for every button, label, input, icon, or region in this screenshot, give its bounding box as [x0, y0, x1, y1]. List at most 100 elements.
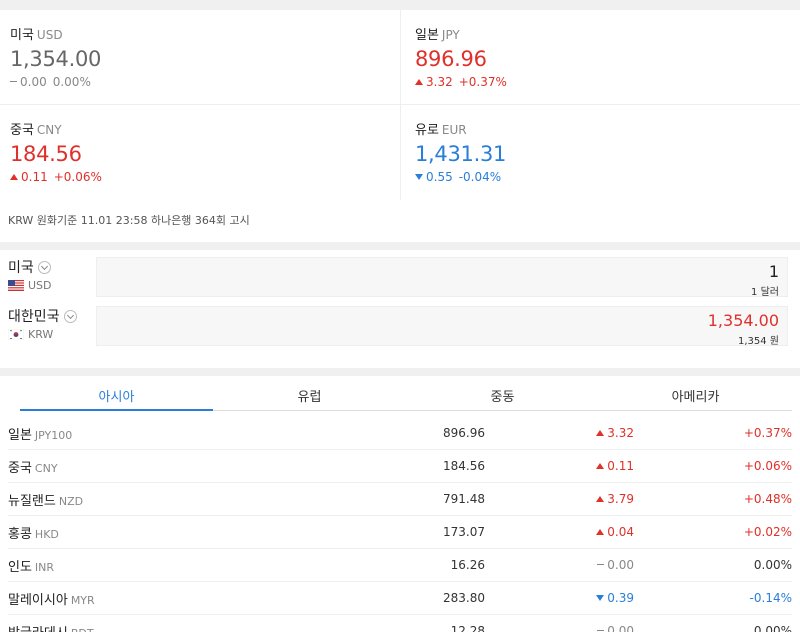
arrow-down-icon	[415, 174, 423, 180]
rate-card-usd[interactable]: 미국 USD 1,354.00 0.00 0.00%	[0, 10, 400, 105]
row-change-pct: +0.37%	[743, 426, 792, 440]
rate-change-amount: 0.11	[21, 170, 48, 184]
rate-code: JPY	[441, 28, 460, 42]
rate-change: 3.32 +0.37%	[415, 75, 800, 89]
currency-code: MYR	[70, 593, 95, 607]
to-currency-code: KRW	[28, 328, 54, 341]
arrow-up-icon	[596, 529, 605, 535]
row-change: 0.00	[485, 558, 634, 572]
regional-rates-table: 아시아 유럽 중동 아메리카 일본 JPY100 896.96 3.32 +0.37% 중…	[0, 376, 800, 632]
unchanged-icon	[10, 81, 17, 82]
currency-code: INR	[34, 560, 55, 574]
rate-change: 0.00 0.00%	[10, 75, 400, 89]
unchanged-icon	[597, 564, 605, 565]
row-change-pct: +0.48%	[743, 492, 792, 506]
country-name: 중국	[8, 460, 32, 476]
chevron-down-icon	[63, 309, 77, 323]
currency-code: NZD	[58, 494, 84, 508]
top-spacer	[0, 0, 800, 10]
rate-value: 896.96	[415, 47, 487, 71]
rate-change-pct: +0.37%	[458, 75, 507, 89]
row-country: 방글라데시BDT	[8, 622, 358, 632]
region-tabs: 아시아 유럽 중동 아메리카	[20, 376, 792, 411]
row-change: 3.32	[485, 426, 634, 440]
rate-card-eur[interactable]: 유로 EUR 1,431.31 0.55 -0.04%	[400, 105, 800, 200]
row-country: 일본 JPY100	[8, 424, 358, 443]
converter-to-row: 대한민국 KRW 1,354.00 1,354 원	[0, 306, 800, 347]
tab-europe[interactable]: 유럽	[213, 376, 406, 410]
chevron-down-icon	[37, 260, 51, 274]
rate-code: CNY	[36, 123, 62, 137]
currency-code: BDT	[71, 627, 94, 632]
row-change-pct: +0.06%	[743, 459, 792, 473]
table-row[interactable]: 방글라데시BDT 12.28 0.00 0.00%	[8, 615, 792, 632]
to-amount-text: 1,354 원	[737, 336, 779, 347]
row-country: 말레이시아 MYR	[8, 589, 358, 608]
rate-country: 유로	[415, 123, 439, 138]
row-change: 0.00	[485, 624, 634, 632]
rate-change-pct: -0.04%	[458, 170, 502, 184]
row-change-amount: 0.00	[607, 624, 634, 632]
tab-middle-east[interactable]: 중동	[406, 376, 599, 410]
rate-card-cny[interactable]: 중국 CNY 184.56 0.11 +0.06%	[0, 105, 400, 200]
rate-value: 1,354.00	[10, 47, 102, 71]
country-name: 방글라데시	[8, 626, 68, 632]
rate-card-jpy[interactable]: 일본 JPY 896.96 3.32 +0.37%	[400, 10, 800, 105]
rate-change-pct: +0.06%	[53, 170, 102, 184]
row-price: 896.96	[443, 426, 485, 440]
row-price: 791.48	[443, 492, 485, 506]
table-row[interactable]: 인도 INR 16.26 0.00 0.00%	[8, 549, 792, 582]
row-country: 인도 INR	[8, 556, 358, 575]
country-name: 말레이시아	[8, 592, 68, 608]
from-amount-text: 1 달러	[751, 287, 779, 298]
arrow-up-icon	[10, 174, 18, 180]
to-amount-input[interactable]: 1,354.00 1,354 원	[96, 306, 788, 347]
rate-change-amount: 0.00	[20, 75, 47, 89]
rate-country: 미국	[10, 28, 34, 43]
rate-change-amount: 3.32	[426, 75, 453, 89]
country-name: 일본	[8, 427, 32, 443]
row-change: 0.04	[485, 525, 634, 539]
row-change-pct: 0.00%	[753, 558, 792, 572]
table-row[interactable]: 중국 CNY 184.56 0.11 +0.06%	[8, 450, 792, 483]
rate-change-pct: 0.00%	[52, 75, 91, 89]
major-rates-card: 미국 USD 1,354.00 0.00 0.00% 일본 JPY 896.96 3.…	[0, 10, 800, 242]
section-divider	[0, 368, 800, 376]
currency-code: JPY100	[34, 428, 73, 442]
source-note: KRW 원화기준 11.01 23:58 하나은행 364회 고시	[8, 214, 250, 227]
row-change-pct: +0.02%	[743, 525, 792, 539]
arrow-up-icon	[596, 430, 605, 436]
us-flag-icon	[8, 280, 24, 291]
from-country-name: 미국	[8, 260, 34, 276]
kr-flag-icon	[8, 329, 24, 340]
table-row[interactable]: 일본 JPY100 896.96 3.32 +0.37%	[8, 417, 792, 450]
from-country-select[interactable]: 미국	[8, 257, 96, 277]
from-amount-input[interactable]: 1 1 달러	[96, 257, 788, 298]
row-change-amount: 0.04	[607, 525, 634, 539]
country-name: 홍콩	[8, 526, 32, 542]
rate-rows: 일본 JPY100 896.96 3.32 +0.37% 중국 CNY 184.56 0.11 +…	[0, 417, 800, 632]
arrow-up-icon	[596, 496, 605, 502]
table-row[interactable]: 말레이시아 MYR 283.80 0.39 -0.14%	[8, 582, 792, 615]
currency-code: HKD	[34, 527, 59, 541]
rate-code: USD	[36, 28, 63, 42]
to-country-name: 대한민국	[8, 309, 60, 325]
table-row[interactable]: 뉴질랜드 NZD 791.48 3.79 +0.48%	[8, 483, 792, 516]
row-country: 홍콩 HKD	[8, 523, 358, 542]
converter-from-row: 미국 USD 1 1 달러	[0, 257, 800, 298]
table-row[interactable]: 홍콩 HKD 173.07 0.04 +0.02%	[8, 516, 792, 549]
arrow-up-icon	[415, 79, 423, 85]
row-change-amount: 3.32	[607, 426, 634, 440]
row-change: 0.11	[485, 459, 634, 473]
rate-value: 184.56	[10, 142, 82, 166]
tab-asia[interactable]: 아시아	[20, 376, 213, 411]
to-country-select[interactable]: 대한민국	[8, 306, 96, 326]
section-divider	[0, 242, 800, 250]
country-name: 인도	[8, 559, 32, 575]
from-currency-code: USD	[28, 279, 52, 292]
row-change: 0.39	[485, 591, 634, 605]
rate-country: 중국	[10, 123, 34, 138]
tab-america[interactable]: 아메리카	[599, 376, 792, 410]
rate-change: 0.55 -0.04%	[415, 170, 800, 184]
row-country: 뉴질랜드 NZD	[8, 490, 358, 509]
